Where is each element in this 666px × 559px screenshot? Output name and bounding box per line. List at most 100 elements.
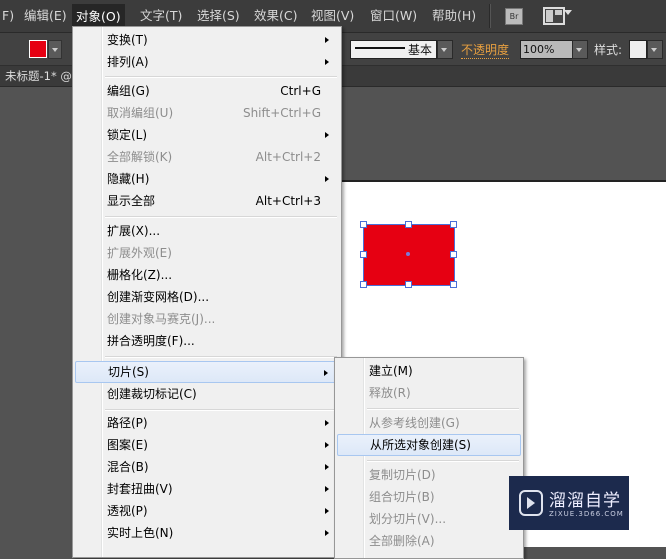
opacity-link[interactable]: 不透明度 xyxy=(461,41,510,59)
menu-item-expand[interactable]: 扩展(X)... xyxy=(75,220,339,242)
menu-separator xyxy=(105,216,337,218)
menu-item-arrange[interactable]: 排列(A) xyxy=(75,51,339,73)
menu-select[interactable]: 选择(S) xyxy=(193,7,244,25)
graphic-style-dropdown[interactable] xyxy=(647,40,663,59)
menu-item-label: 全部解锁(K) xyxy=(107,150,173,164)
submenu-arrow-icon xyxy=(325,464,329,470)
style-label: 样式: xyxy=(594,43,623,57)
menu-item-ungroup[interactable]: 取消编组(U) Shift+Ctrl+G xyxy=(75,102,339,124)
menu-item-group[interactable]: 编组(G) Ctrl+G xyxy=(75,80,339,102)
menu-item-label: 显示全部 xyxy=(107,194,156,208)
resize-handle[interactable] xyxy=(360,251,367,258)
submenu-item-delete-all[interactable]: 全部删除(A) xyxy=(337,530,521,552)
menu-item-path[interactable]: 路径(P) xyxy=(75,412,339,434)
menu-item-label: 实时上色(N) xyxy=(107,526,174,540)
object-menu: 变换(T) 排列(A) 编组(G) Ctrl+G 取消编组(U) Shift+Ctr… xyxy=(72,26,342,558)
menu-item-shortcut: Alt+Ctrl+2 xyxy=(255,150,321,164)
menu-item-expand-appearance[interactable]: 扩展外观(E) xyxy=(75,242,339,264)
resize-handle[interactable] xyxy=(405,281,412,288)
menu-item-label: 变换(T) xyxy=(107,33,148,47)
menu-item-object-mosaic[interactable]: 创建对象马赛克(J)... xyxy=(75,308,339,330)
menu-item-envelope-distort[interactable]: 封套扭曲(V) xyxy=(75,478,339,500)
menu-edit[interactable]: 编辑(E) xyxy=(20,7,71,25)
menu-separator xyxy=(105,356,337,358)
menu-item-label: 混合(B) xyxy=(107,460,149,474)
resize-handle[interactable] xyxy=(450,221,457,228)
menu-file[interactable]: F) xyxy=(0,7,18,25)
menubar-divider xyxy=(489,4,491,28)
fill-color-dropdown[interactable] xyxy=(48,40,62,59)
resize-handle[interactable] xyxy=(405,221,412,228)
menu-item-shortcut: Alt+Ctrl+3 xyxy=(255,194,321,208)
menu-item-label: 创建对象马赛克(J)... xyxy=(107,312,216,326)
menu-item-label: 封套扭曲(V) xyxy=(107,482,173,496)
menu-item-show-all[interactable]: 显示全部 Alt+Ctrl+3 xyxy=(75,190,339,212)
menu-item-label: 栅格化(Z)... xyxy=(107,268,173,282)
menu-item-label: 全部删除(A) xyxy=(369,534,435,548)
menu-item-label: 创建裁切标记(C) xyxy=(107,387,197,401)
menu-type[interactable]: 文字(T) xyxy=(136,7,186,25)
menu-window[interactable]: 窗口(W) xyxy=(366,7,421,25)
submenu-item-make[interactable]: 建立(M) xyxy=(337,360,521,382)
menu-item-label: 锁定(L) xyxy=(107,128,148,142)
submenu-item-release[interactable]: 释放(R) xyxy=(337,382,521,404)
watermark-title: 溜溜自学 xyxy=(549,491,621,511)
menu-separator xyxy=(105,76,337,78)
stroke-profile-label: 基本 xyxy=(408,43,433,57)
menu-item-shortcut: Shift+Ctrl+G xyxy=(242,106,321,120)
workspace-layout-icon[interactable] xyxy=(543,7,565,25)
menu-item-label: 扩展(X)... xyxy=(107,224,161,238)
submenu-item-from-guides[interactable]: 从参考线创建(G) xyxy=(337,412,521,434)
bridge-icon[interactable]: Br xyxy=(505,8,523,25)
menu-item-blend[interactable]: 混合(B) xyxy=(75,456,339,478)
menu-item-label: 复制切片(D) xyxy=(369,468,436,482)
stroke-line-icon xyxy=(355,47,405,49)
menu-help[interactable]: 帮助(H) xyxy=(428,7,480,25)
submenu-arrow-icon xyxy=(325,37,329,43)
document-tab[interactable]: 未标题-1* @ xyxy=(5,68,72,84)
menu-effect[interactable]: 效果(C) xyxy=(250,7,301,25)
menu-item-label: 从所选对象创建(S) xyxy=(370,438,471,452)
menu-item-lock[interactable]: 锁定(L) xyxy=(75,124,339,146)
submenu-arrow-icon xyxy=(325,486,329,492)
watermark-logo: 溜溜自学 ZIXUE.3D66.COM xyxy=(509,476,629,530)
resize-handle[interactable] xyxy=(360,281,367,288)
opacity-input[interactable]: 100% xyxy=(520,40,576,59)
menu-item-label: 建立(M) xyxy=(369,364,413,378)
chevron-down-icon[interactable] xyxy=(564,10,572,15)
submenu-item-from-selection[interactable]: 从所选对象创建(S) xyxy=(337,434,521,456)
menu-item-label: 取消编组(U) xyxy=(107,106,174,120)
menu-item-gradient-mesh[interactable]: 创建渐变网格(D)... xyxy=(75,286,339,308)
resize-handle[interactable] xyxy=(450,281,457,288)
menu-item-transform[interactable]: 变换(T) xyxy=(75,29,339,51)
submenu-item-combine-slices[interactable]: 组合切片(B) xyxy=(337,486,521,508)
menu-item-hide[interactable]: 隐藏(H) xyxy=(75,168,339,190)
resize-handle[interactable] xyxy=(450,251,457,258)
graphic-style-swatch[interactable] xyxy=(629,40,647,59)
fill-color-swatch[interactable] xyxy=(29,40,47,58)
menu-item-label: 路径(P) xyxy=(107,416,148,430)
submenu-arrow-icon xyxy=(325,176,329,182)
submenu-item-duplicate-slice[interactable]: 复制切片(D) xyxy=(337,464,521,486)
submenu-item-divide-slices[interactable]: 划分切片(V)... xyxy=(337,508,521,530)
menu-item-live-paint[interactable]: 实时上色(N) xyxy=(75,522,339,544)
menu-view[interactable]: 视图(V) xyxy=(307,7,358,25)
menu-item-label: 组合切片(B) xyxy=(369,490,435,504)
menu-item-label: 透视(P) xyxy=(107,504,148,518)
menu-item-perspective[interactable]: 透视(P) xyxy=(75,500,339,522)
menu-item-crop-marks[interactable]: 创建裁切标记(C) xyxy=(75,383,339,405)
resize-handle[interactable] xyxy=(360,221,367,228)
submenu-arrow-icon xyxy=(325,530,329,536)
menu-item-unlock-all[interactable]: 全部解锁(K) Alt+Ctrl+2 xyxy=(75,146,339,168)
menu-item-pattern[interactable]: 图案(E) xyxy=(75,434,339,456)
menu-item-flatten-transparency[interactable]: 拼合透明度(F)... xyxy=(75,330,339,352)
menu-item-label: 图案(E) xyxy=(107,438,148,452)
stroke-profile-dropdown[interactable] xyxy=(437,40,453,59)
menu-separator xyxy=(367,408,519,410)
submenu-arrow-icon xyxy=(325,59,329,65)
slice-submenu: 建立(M) 释放(R) 从参考线创建(G) 从所选对象创建(S) 复制切片(D)… xyxy=(334,357,524,559)
menu-item-label: 排列(A) xyxy=(107,55,149,69)
menu-item-rasterize[interactable]: 栅格化(Z)... xyxy=(75,264,339,286)
opacity-dropdown[interactable] xyxy=(572,40,588,59)
menu-item-slice[interactable]: 切片(S) xyxy=(75,361,339,383)
